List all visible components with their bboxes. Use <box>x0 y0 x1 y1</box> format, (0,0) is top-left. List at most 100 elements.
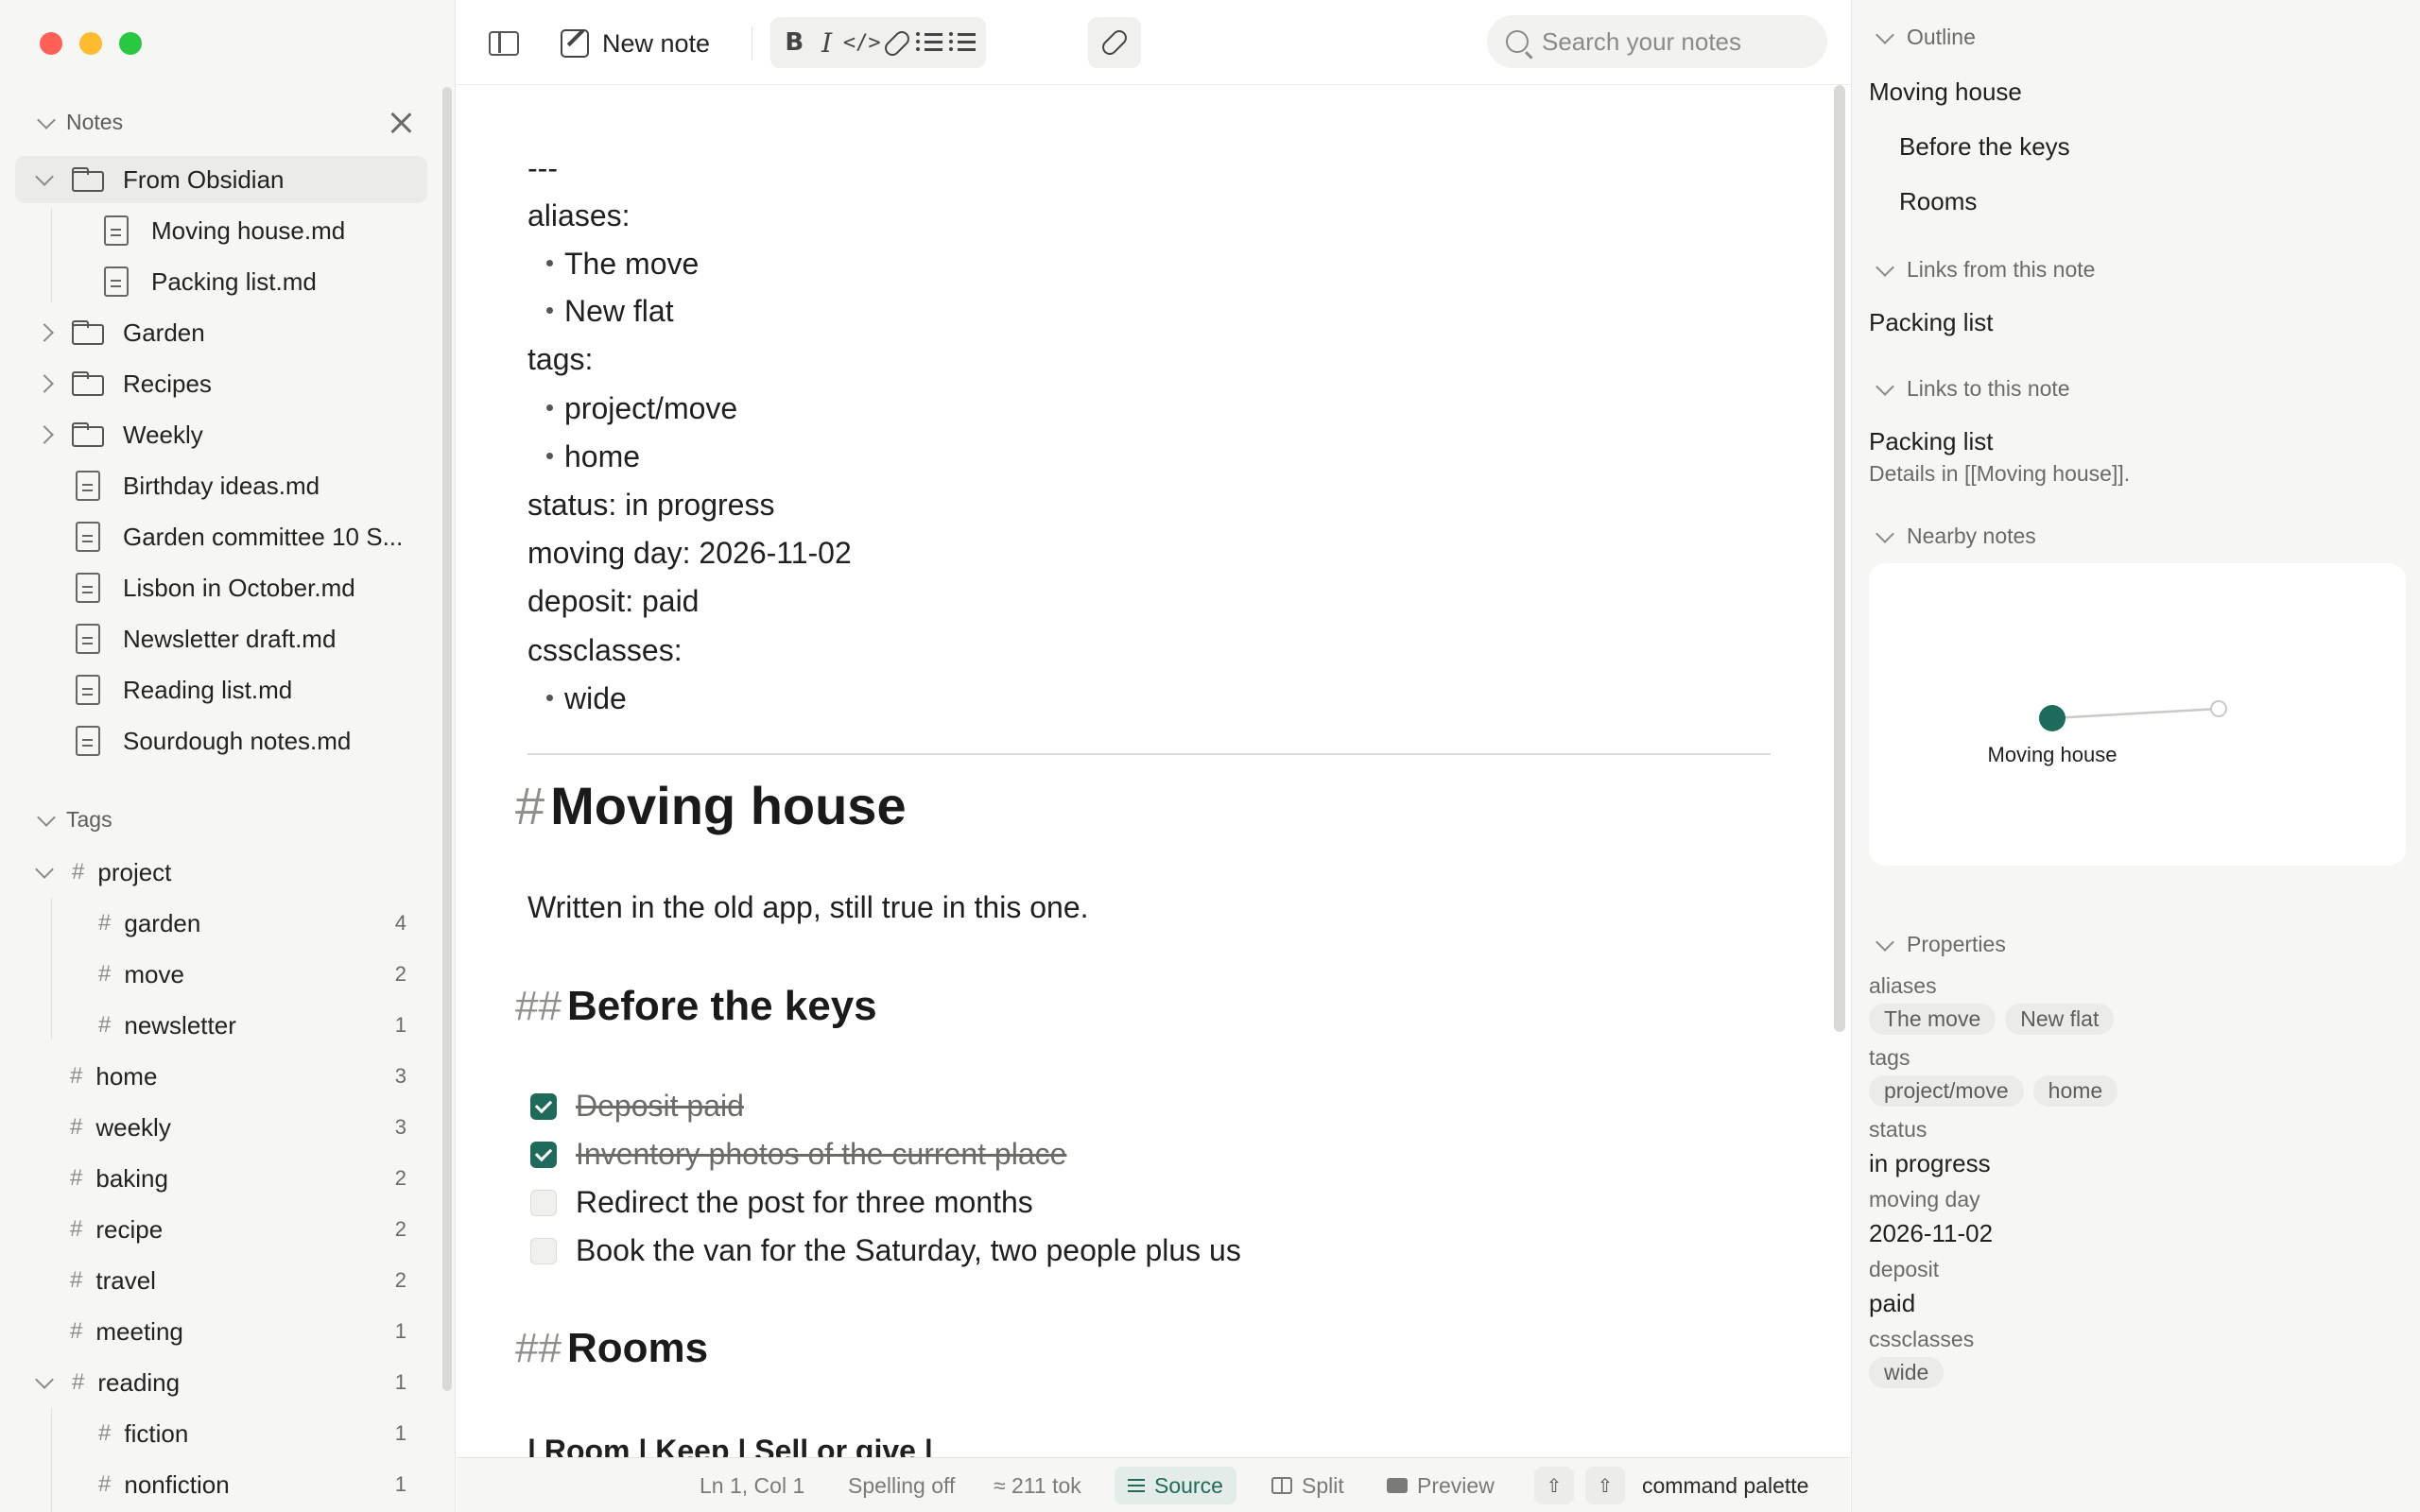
editor-scrollbar[interactable] <box>1834 85 1845 1032</box>
prop-value-status[interactable]: in progress <box>1869 1149 1991 1178</box>
search-box[interactable] <box>1487 15 1827 68</box>
task-item[interactable]: Book the van for the Saturday, two peopl… <box>530 1233 1241 1268</box>
source-mode-button[interactable]: Source <box>1115 1467 1236 1504</box>
tags-section-header[interactable]: Tags <box>34 807 112 833</box>
minimize-window-button[interactable] <box>79 32 102 55</box>
toggle-sidebar-button[interactable] <box>487 21 521 66</box>
file-moving-house[interactable]: Moving house.md <box>15 207 427 254</box>
file-label: Moving house.md <box>151 215 346 245</box>
heading-marker: ## <box>515 1325 562 1371</box>
shift-key-button[interactable]: ⇧ <box>1534 1467 1574 1504</box>
file-lisbon[interactable]: Lisbon in October.md <box>15 564 427 611</box>
checkbox-checked[interactable] <box>530 1141 557 1168</box>
tag-newsletter[interactable]: # newsletter 1 <box>15 1002 427 1049</box>
tag-fiction[interactable]: # fiction 1 <box>15 1410 427 1457</box>
italic-button[interactable]: I <box>810 27 842 59</box>
checklist-button[interactable] <box>946 27 978 58</box>
zoom-window-button[interactable] <box>119 32 142 55</box>
graph-node-current[interactable] <box>2039 705 2066 731</box>
checkbox-checked[interactable] <box>530 1092 557 1120</box>
file-label: Sourdough notes.md <box>123 726 352 755</box>
new-note-label: New note <box>602 28 711 58</box>
shift-key-button[interactable]: ⇧ <box>1585 1467 1625 1504</box>
source-label: Source <box>1154 1472 1223 1498</box>
command-palette-button[interactable]: command palette <box>1642 1458 1808 1512</box>
backlink-context: Details in [[Moving house]]. <box>1869 461 2131 486</box>
chevron-down-icon <box>1873 25 1897 50</box>
close-window-button[interactable] <box>40 32 62 55</box>
tag-reading[interactable]: # reading 1 <box>15 1359 427 1406</box>
tag-project[interactable]: # project <box>15 849 427 896</box>
bullet-list-button[interactable] <box>913 27 945 58</box>
file-label: Newsletter draft.md <box>123 624 337 653</box>
tag-travel[interactable]: # travel 2 <box>15 1257 427 1304</box>
file-reading-list[interactable]: Reading list.md <box>15 666 427 713</box>
file-garden-committee[interactable]: Garden committee 10 S... <box>15 513 427 560</box>
prop-value-deposit[interactable]: paid <box>1869 1289 1915 1318</box>
folder-from-obsidian[interactable]: From Obsidian <box>15 156 427 203</box>
close-icon[interactable] <box>388 110 414 136</box>
backlink-title[interactable]: Packing list <box>1869 427 1994 456</box>
outline-header[interactable]: Outline <box>1873 25 1976 50</box>
alias-pill[interactable]: The move <box>1869 1004 1996 1035</box>
split-label: Split <box>1302 1472 1344 1498</box>
search-input[interactable] <box>1542 26 1806 57</box>
outline-item-h1[interactable]: Moving house <box>1869 77 2022 107</box>
file-sourdough-notes[interactable]: Sourdough notes.md <box>15 717 427 765</box>
tag-meeting[interactable]: # meeting 1 <box>15 1308 427 1355</box>
scrollbar-thumb[interactable] <box>1834 85 1845 1032</box>
outline-item-h2[interactable]: Rooms <box>1899 187 1977 216</box>
nearby-notes-graph[interactable]: Moving house <box>1869 563 2406 866</box>
insert-link-button[interactable] <box>1088 17 1141 68</box>
folder-recipes[interactable]: Recipes <box>15 360 427 407</box>
tag-baking[interactable]: # baking 2 <box>15 1155 427 1202</box>
tag-home[interactable]: # home 3 <box>15 1053 427 1100</box>
split-view-icon <box>1271 1477 1292 1494</box>
bold-button[interactable]: B <box>778 28 810 57</box>
outline-item-h2[interactable]: Before the keys <box>1899 132 2070 162</box>
file-packing-list[interactable]: Packing list.md <box>15 258 427 305</box>
preview-mode-button[interactable]: Preview <box>1387 1458 1495 1512</box>
file-icon <box>76 522 100 552</box>
notes-section-header[interactable]: Notes <box>34 110 123 135</box>
folder-garden[interactable]: Garden <box>15 309 427 356</box>
editor-pane[interactable]: --- aliases: The move New flat tags: pro… <box>457 85 1850 1457</box>
tag-recipe[interactable]: # recipe 2 <box>15 1206 427 1253</box>
task-text: Book the van for the Saturday, two peopl… <box>576 1233 1241 1267</box>
new-note-button[interactable]: New note <box>561 21 710 66</box>
tag-pill[interactable]: project/move <box>1869 1075 2024 1107</box>
tag-garden[interactable]: # garden 4 <box>15 900 427 947</box>
split-mode-button[interactable]: Split <box>1271 1458 1344 1512</box>
cssclass-pill[interactable]: wide <box>1869 1357 1945 1388</box>
bullet-icon <box>546 260 553 267</box>
tag-weekly[interactable]: # weekly 3 <box>15 1104 427 1151</box>
links-to-header[interactable]: Links to this note <box>1873 376 2070 402</box>
tag-nonfiction[interactable]: # nonfiction 1 <box>15 1461 427 1508</box>
file-newsletter-draft[interactable]: Newsletter draft.md <box>15 615 427 662</box>
sidebar-scrollbar[interactable] <box>442 87 452 1391</box>
task-item[interactable]: Redirect the post for three months <box>530 1185 1033 1220</box>
properties-header[interactable]: Properties <box>1873 932 2006 957</box>
checkbox-unchecked[interactable] <box>530 1189 557 1216</box>
hash-icon: # <box>98 961 112 987</box>
task-item[interactable]: Deposit paid <box>530 1089 744 1124</box>
link-button[interactable] <box>881 27 913 60</box>
task-item[interactable]: Inventory photos of the current place <box>530 1137 1066 1172</box>
code-button[interactable]: </> <box>843 31 881 55</box>
links-from-header[interactable]: Links from this note <box>1873 257 2095 283</box>
tag-move[interactable]: # move 2 <box>15 951 427 998</box>
tag-label: newsletter <box>124 1010 236 1040</box>
folder-weekly[interactable]: Weekly <box>15 411 427 458</box>
link-icon <box>881 27 913 60</box>
nearby-notes-header[interactable]: Nearby notes <box>1873 524 2036 549</box>
prop-value-moving-day[interactable]: 2026-11-02 <box>1869 1219 1993 1248</box>
outgoing-link[interactable]: Packing list <box>1869 308 1994 337</box>
file-birthday-ideas[interactable]: Birthday ideas.md <box>15 462 427 509</box>
outline-header-label: Outline <box>1907 25 1976 49</box>
graph-node-neighbor[interactable] <box>2210 700 2227 717</box>
spelling-toggle[interactable]: Spelling off <box>848 1458 955 1512</box>
checkbox-unchecked[interactable] <box>530 1237 557 1264</box>
preview-label: Preview <box>1417 1472 1495 1498</box>
alias-pill[interactable]: New flat <box>2005 1004 2115 1035</box>
tag-pill[interactable]: home <box>2032 1075 2118 1107</box>
